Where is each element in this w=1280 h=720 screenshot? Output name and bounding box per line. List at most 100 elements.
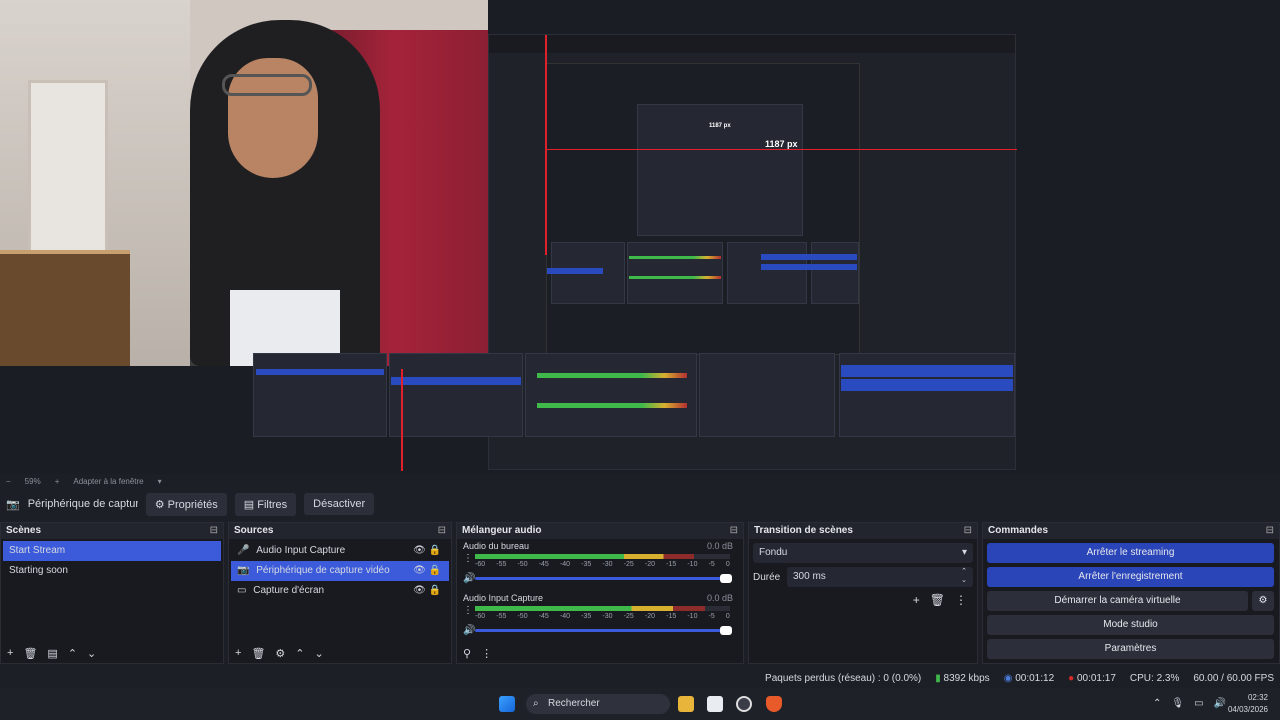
fit-window-select[interactable]: Adapter à la fenêtre — [73, 477, 143, 486]
transition-title: Transition de scènes — [754, 525, 853, 536]
meter-tick: -40 — [559, 613, 571, 620]
kebab-icon[interactable]: ⋮ — [955, 593, 967, 607]
lock-icon[interactable]: 🔒 — [429, 545, 441, 556]
record-icon: ● — [1068, 672, 1075, 684]
chevron-down-icon[interactable]: ⌄ — [87, 647, 96, 660]
volume-icon[interactable]: 🔊 — [1214, 698, 1226, 709]
taskbar: ⌕ Rechercher ⌃ 🎙 ▭ 🔊 02:32 04/03/2026 — [0, 688, 1280, 720]
chevron-up-icon[interactable]: ⌃ — [295, 647, 304, 660]
scene-item[interactable]: Starting soon — [3, 561, 221, 581]
store-icon[interactable] — [707, 696, 723, 712]
chevron-up-icon[interactable]: ⌃ — [1153, 698, 1161, 709]
add-icon[interactable]: + — [235, 647, 241, 659]
dock-menu-icon[interactable]: ⊟ — [964, 523, 972, 539]
meter-tick: -35 — [581, 561, 592, 568]
lock-icon[interactable]: 🔒 — [429, 565, 441, 576]
mixer-channel: Audio Input Capture 0.0 dB ⋮ -60 -55 -50 -4… — [457, 591, 743, 643]
meter-ticks: -60 -55 -50 -45 -40 -35 -30 -25 -20 -15 -10 -5 0 — [475, 613, 730, 620]
filter-icon: ▤ — [243, 498, 258, 511]
mixer-title: Mélangeur audio — [462, 525, 542, 536]
deactivate-button[interactable]: Désactiver — [304, 493, 375, 515]
add-icon[interactable]: + — [7, 647, 13, 659]
stop-streaming-button[interactable]: Arrêter le streaming — [987, 543, 1274, 563]
filter-icon[interactable]: ▤ — [47, 647, 57, 660]
sources-title: Sources — [234, 525, 274, 536]
meter-tick: -10 — [687, 613, 698, 620]
microphone-icon[interactable]: 🎙 — [1171, 698, 1184, 709]
meter-tick: -40 — [559, 561, 571, 568]
cpu-usage: CPU: 2.3% — [1129, 672, 1180, 684]
fps: 60.00 / 60.00 FPS — [1193, 672, 1274, 684]
chevron-up-icon[interactable]: ⌃ — [68, 647, 77, 660]
preview-area[interactable]: 1187 px 1187 px — [0, 0, 1280, 474]
meter-tick: -20 — [644, 613, 655, 620]
volume-slider[interactable] — [475, 626, 732, 635]
level-meter — [475, 554, 730, 559]
trash-icon[interactable]: 🗑 — [930, 593, 945, 607]
properties-button[interactable]: ⚙ Propriétés — [145, 492, 227, 516]
meter-tick: -60 — [475, 613, 486, 620]
source-item[interactable]: ▭ Capture d'écran 👁 🔒 — [231, 581, 449, 601]
dock-menu-icon[interactable]: ⊟ — [730, 523, 738, 539]
settings-button[interactable]: Paramètres — [987, 639, 1274, 659]
obs-icon[interactable] — [736, 696, 752, 712]
source-item[interactable]: 📷 Périphérique de capture vidéo 👁 🔒 — [231, 561, 449, 581]
meter-tick: -30 — [602, 613, 613, 620]
duration-label: Durée — [753, 571, 781, 583]
camera-icon: 📷 — [237, 565, 250, 576]
transition-select[interactable]: Fondu ▾ — [753, 543, 973, 563]
virtual-camera-button[interactable]: Démarrer la caméra virtuelle — [987, 591, 1248, 611]
source-toolbar: 📷 Périphérique de capture vid ⚙ Propriét… — [0, 490, 1280, 518]
scenes-dock: Scènes ⊟ Start Stream Starting soon + 🗑 ▤… — [0, 522, 224, 664]
level-meter — [475, 606, 730, 611]
kebab-icon[interactable]: ⋮ — [463, 553, 473, 564]
kebab-icon[interactable]: ⋮ — [481, 647, 492, 660]
meter-tick: -30 — [602, 561, 613, 568]
zoom-out-button[interactable]: − — [6, 477, 11, 486]
dropped-frames: Paquets perdus (réseau) : 0 (0.0%) — [765, 672, 922, 684]
selected-source-name: Périphérique de capture vid — [27, 498, 138, 510]
scene-item[interactable]: Start Stream — [3, 541, 221, 561]
kebab-icon[interactable]: ⋮ — [463, 605, 473, 616]
sources-dock: Sources ⊟ 🎤 Audio Input Capture 👁 🔒 📷 Pér… — [228, 522, 452, 664]
volume-slider[interactable] — [475, 574, 732, 583]
link-icon[interactable]: ⚲ — [463, 647, 471, 660]
chevron-down-icon[interactable]: ⌄ — [315, 647, 324, 660]
meter-tick: -60 — [475, 561, 486, 568]
meter-tick: -10 — [687, 561, 698, 568]
zoom-in-button[interactable]: + — [55, 477, 60, 486]
studio-mode-button[interactable]: Mode studio — [987, 615, 1274, 635]
gear-icon[interactable]: ⚙ — [1252, 591, 1274, 611]
stepper-icon[interactable]: ⌃ ⌄ — [961, 567, 967, 585]
chevron-down-icon[interactable]: ▾ — [158, 477, 162, 486]
meter-tick: -5 — [708, 613, 715, 620]
dock-menu-icon[interactable]: ⊟ — [1266, 523, 1274, 539]
speaker-icon[interactable]: 🔊 — [463, 625, 475, 636]
record-time: 00:01:17 — [1076, 672, 1116, 684]
file-explorer-icon[interactable] — [678, 696, 694, 712]
lock-icon[interactable]: 🔒 — [429, 585, 441, 596]
meter-tick: -25 — [623, 613, 634, 620]
network-icon[interactable]: ▭ — [1194, 698, 1203, 709]
brave-icon[interactable] — [766, 696, 782, 712]
eye-icon[interactable]: 👁 — [413, 565, 426, 576]
duration-input[interactable]: 300 ms ⌃ ⌄ — [787, 567, 973, 587]
speaker-icon[interactable]: 🔊 — [463, 573, 475, 584]
source-item[interactable]: 🎤 Audio Input Capture 👁 🔒 — [231, 541, 449, 561]
trash-icon[interactable]: 🗑 — [251, 647, 265, 660]
windows-start-icon[interactable] — [499, 696, 515, 712]
meter-tick: -25 — [623, 561, 634, 568]
gear-icon[interactable]: ⚙ — [275, 647, 285, 660]
taskbar-search[interactable]: ⌕ Rechercher — [526, 694, 670, 714]
clock[interactable]: 02:32 04/03/2026 — [1228, 692, 1268, 716]
filters-button[interactable]: ▤ Filtres — [234, 492, 297, 516]
stop-recording-button[interactable]: Arrêter l'enregistrement — [987, 567, 1274, 587]
dock-menu-icon[interactable]: ⊟ — [210, 523, 218, 539]
gear-icon: ⚙ — [154, 498, 168, 511]
eye-icon[interactable]: 👁 — [413, 545, 426, 556]
dock-menu-icon[interactable]: ⊟ — [438, 523, 446, 539]
signal-icon: ▮ — [935, 672, 941, 684]
trash-icon[interactable]: 🗑 — [23, 647, 37, 660]
eye-icon[interactable]: 👁 — [413, 585, 426, 596]
add-icon[interactable]: + — [913, 593, 920, 607]
